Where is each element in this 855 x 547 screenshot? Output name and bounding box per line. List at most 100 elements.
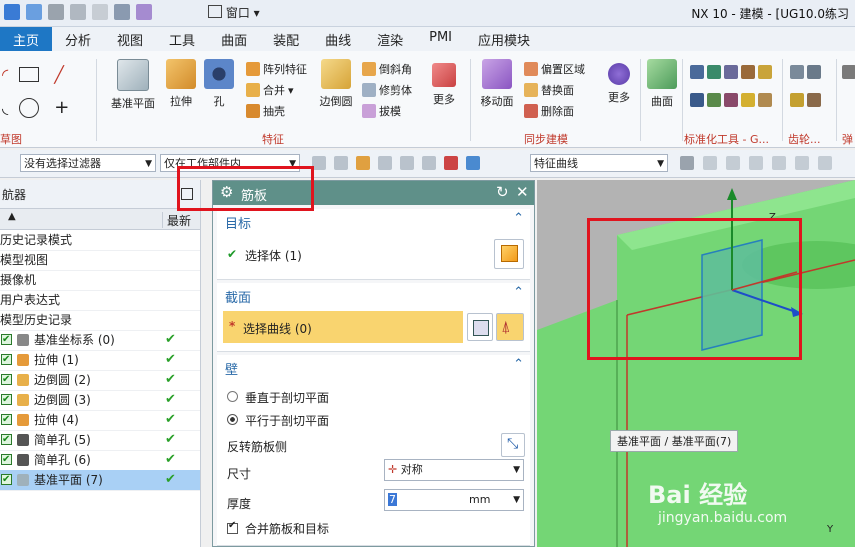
curve-rule-combo[interactable]: 特征曲线 ▼: [530, 154, 668, 172]
navigator-feature-row[interactable]: 边倒圆 (2) ✔: [0, 370, 200, 391]
draft-button[interactable]: 拔模: [362, 103, 401, 119]
sketch-section-button[interactable]: [467, 313, 493, 341]
navigator-feature-row[interactable]: 简单孔 (6) ✔: [0, 450, 200, 471]
offset-region-button[interactable]: 偏置区域: [524, 61, 585, 77]
navigator-feature-row[interactable]: 基准平面 (7) ✔: [0, 470, 200, 491]
curve-tool-7-icon[interactable]: [818, 156, 832, 170]
select-curve-row[interactable]: * 选择曲线 (0): [223, 311, 463, 343]
snap-1-icon[interactable]: [312, 156, 326, 170]
navigator-feature-row[interactable]: 基准坐标系 (0) ✔: [0, 330, 200, 351]
merge-checkbox[interactable]: ✔: [227, 520, 238, 534]
navigator-node-row[interactable]: 历史记录模式: [0, 230, 200, 251]
tab-render[interactable]: 渲染: [364, 27, 416, 51]
tab-surface[interactable]: 曲面: [208, 27, 260, 51]
tab-view[interactable]: 视图: [104, 27, 156, 51]
parallel-radio[interactable]: [227, 414, 238, 425]
std-tool-4-icon[interactable]: [741, 65, 755, 79]
select-body-label[interactable]: 选择体 (1): [245, 247, 302, 264]
size-combo[interactable]: ✛ 对称 ▼: [384, 459, 524, 481]
snap-3-icon[interactable]: [356, 156, 370, 170]
curve-section-button[interactable]: ⍋: [496, 313, 524, 341]
edge-blend-button[interactable]: 边倒圆: [316, 59, 356, 109]
std-tool-6-icon[interactable]: [690, 93, 704, 107]
visibility-checkbox[interactable]: [1, 330, 12, 350]
tab-assembly[interactable]: 装配: [260, 27, 312, 51]
spring-tool-icon[interactable]: [842, 65, 855, 79]
navigator-node-row[interactable]: 用户表达式: [0, 290, 200, 311]
navigator-feature-row[interactable]: 边倒圆 (3) ✔: [0, 390, 200, 411]
delete-face-button[interactable]: 删除面: [524, 103, 574, 119]
curve-tool-1-icon[interactable]: [680, 156, 694, 170]
snap-2-icon[interactable]: [334, 156, 348, 170]
rectangle-icon[interactable]: [19, 67, 40, 82]
visibility-checkbox[interactable]: [1, 470, 12, 490]
select-body-button[interactable]: [494, 239, 524, 269]
perpendicular-radio[interactable]: [227, 391, 238, 402]
copy-icon[interactable]: [70, 4, 86, 20]
sort-ascending-icon[interactable]: ▲: [8, 211, 16, 222]
snap-5-icon[interactable]: [400, 156, 414, 170]
visibility-checkbox[interactable]: [1, 390, 12, 410]
std-tool-9-icon[interactable]: [741, 93, 755, 107]
gear-tool-2-icon[interactable]: [807, 65, 821, 79]
snap-8-icon[interactable]: [466, 156, 480, 170]
window-menu[interactable]: 窗口 ▾: [208, 4, 260, 21]
collapse-icon[interactable]: ⌃: [513, 285, 524, 300]
chamfer-button[interactable]: 倒斜角: [362, 61, 412, 77]
navigator-node-row[interactable]: 模型历史记录: [0, 310, 200, 331]
std-tool-7-icon[interactable]: [707, 93, 721, 107]
unite-button[interactable]: 合并 ▾: [246, 82, 294, 98]
repeat-command-icon[interactable]: [114, 4, 130, 20]
std-tool-1-icon[interactable]: [690, 65, 704, 79]
gear-tool-4-icon[interactable]: [807, 93, 821, 107]
cut-icon[interactable]: [48, 4, 64, 20]
touch-mode-icon[interactable]: [136, 4, 152, 20]
snap-6-icon[interactable]: [422, 156, 436, 170]
curve-tool-4-icon[interactable]: [749, 156, 763, 170]
move-face-button[interactable]: 移动面: [478, 59, 516, 109]
visibility-checkbox[interactable]: [1, 450, 12, 470]
column-latest[interactable]: 最新: [167, 212, 191, 229]
visibility-checkbox[interactable]: [1, 370, 12, 390]
tab-home[interactable]: 主页: [0, 27, 53, 51]
gear-tool-1-icon[interactable]: [790, 65, 804, 79]
reverse-rib-button[interactable]: ⤡: [501, 433, 525, 457]
std-tool-10-icon[interactable]: [758, 93, 772, 107]
arc-icon[interactable]: ◜: [2, 65, 8, 84]
snap-7-icon[interactable]: [444, 156, 458, 170]
visibility-checkbox[interactable]: [1, 430, 12, 450]
reset-icon[interactable]: ↻: [496, 183, 509, 201]
tab-curve[interactable]: 曲线: [312, 27, 364, 51]
curve-tool-3-icon[interactable]: [726, 156, 740, 170]
tab-tools[interactable]: 工具: [156, 27, 208, 51]
std-tool-2-icon[interactable]: [707, 65, 721, 79]
tab-applications[interactable]: 应用模块: [465, 27, 543, 51]
collapse-icon[interactable]: ⌃: [513, 211, 524, 226]
curve-tool-2-icon[interactable]: [703, 156, 717, 170]
redo-icon[interactable]: [26, 4, 42, 20]
navigator-feature-row[interactable]: 拉伸 (4) ✔: [0, 410, 200, 431]
tab-analysis[interactable]: 分析: [52, 27, 104, 51]
line-icon[interactable]: ╱: [54, 65, 64, 84]
std-tool-8-icon[interactable]: [724, 93, 738, 107]
extrude-button[interactable]: 拉伸: [163, 59, 199, 109]
point-icon[interactable]: +: [54, 97, 69, 118]
navigator-feature-row[interactable]: 拉伸 (1) ✔: [0, 350, 200, 371]
curve-tool-6-icon[interactable]: [795, 156, 809, 170]
arc2-icon[interactable]: ◟: [2, 98, 8, 117]
replace-face-button[interactable]: 替换面: [524, 82, 574, 98]
thickness-input[interactable]: 7 mm ▼: [384, 489, 524, 511]
std-tool-5-icon[interactable]: [758, 65, 772, 79]
tab-pmi[interactable]: PMI: [416, 27, 465, 51]
navigator-node-row[interactable]: 模型视图: [0, 250, 200, 271]
more-features-button[interactable]: 更多: [428, 59, 460, 107]
close-icon[interactable]: ✕: [516, 183, 529, 201]
datum-plane-button[interactable]: 基准平面: [108, 59, 158, 111]
snap-4-icon[interactable]: [378, 156, 392, 170]
undo-icon[interactable]: [4, 4, 20, 20]
circle-icon[interactable]: [19, 97, 40, 118]
pattern-feature-button[interactable]: 阵列特征: [246, 61, 307, 77]
navigator-feature-row[interactable]: 简单孔 (5) ✔: [0, 430, 200, 451]
trim-body-button[interactable]: 修剪体: [362, 82, 412, 98]
shell-button[interactable]: 抽壳: [246, 103, 285, 119]
